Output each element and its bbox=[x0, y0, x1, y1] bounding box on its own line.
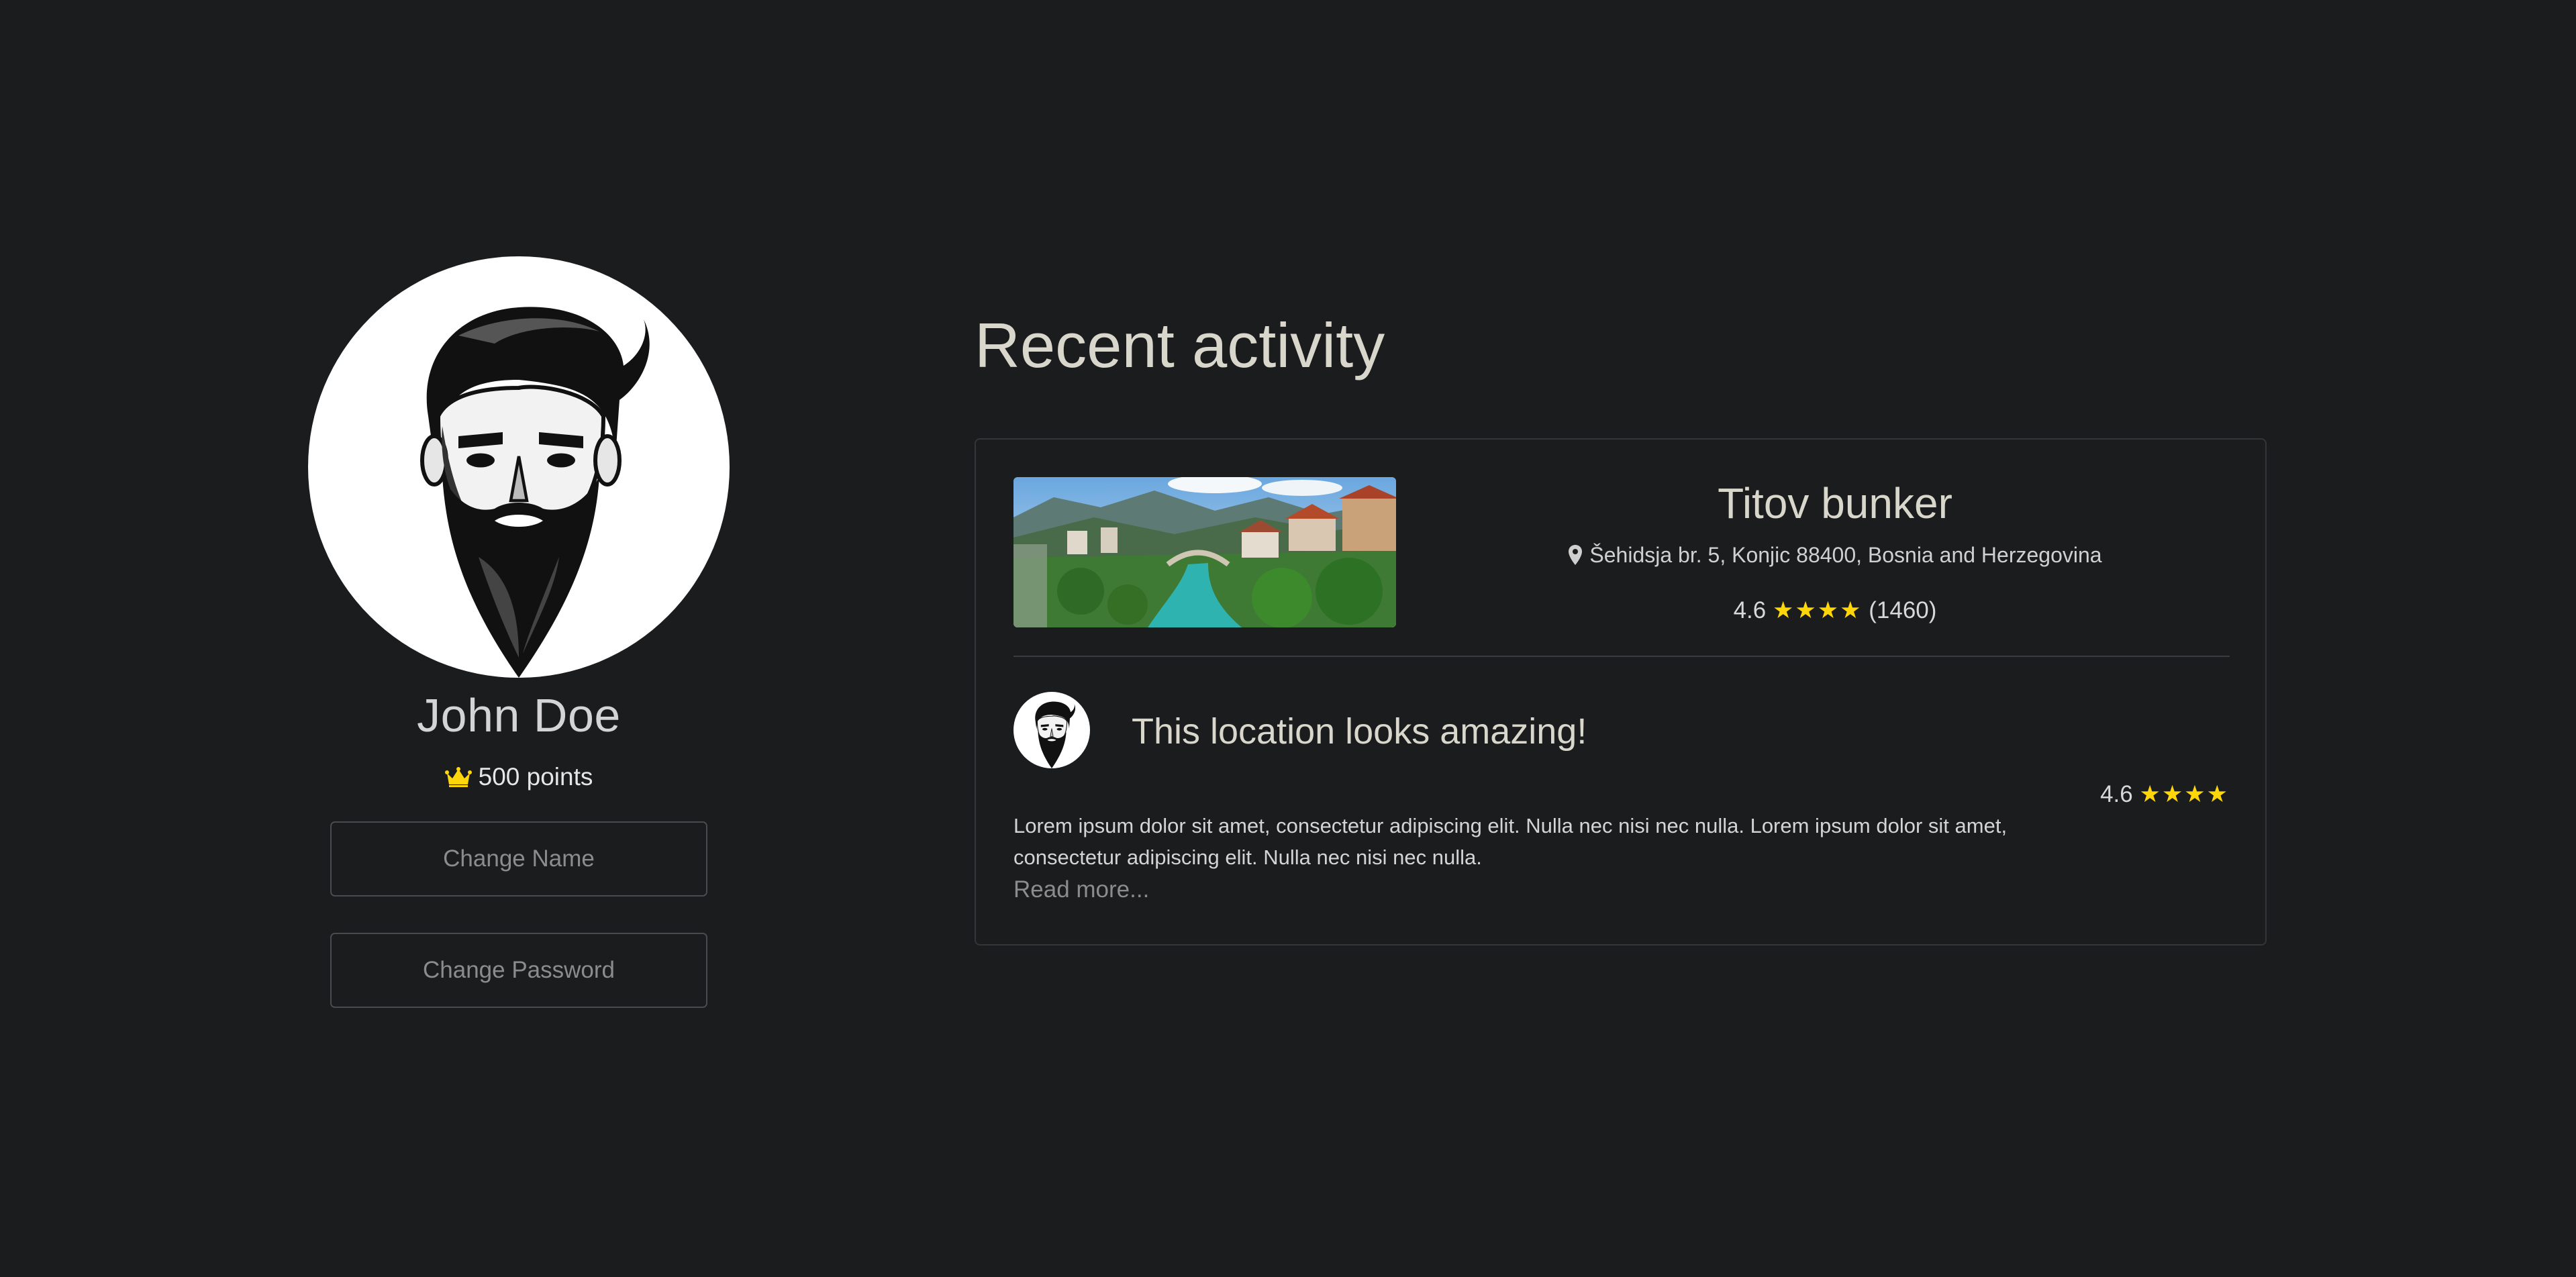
place-rating-stars: ★★★★ bbox=[1772, 597, 1863, 623]
card-divider bbox=[1013, 656, 2230, 657]
review-title: This location looks amazing! bbox=[1132, 711, 1587, 752]
review-body: Lorem ipsum dolor sit amet, consectetur … bbox=[1013, 814, 2008, 869]
change-name-button[interactable]: Change Name bbox=[330, 821, 707, 897]
recent-activity-heading: Recent activity bbox=[975, 310, 1385, 380]
bearded-man-avatar-small-icon bbox=[1035, 701, 1076, 768]
review-avatar bbox=[1013, 692, 1090, 768]
read-more-link[interactable]: Read more... bbox=[1013, 874, 1149, 905]
place-photo[interactable] bbox=[1013, 477, 1396, 627]
place-title[interactable]: Titov bunker bbox=[1439, 473, 2231, 533]
river-town-photo-image bbox=[1013, 477, 1396, 627]
place-rating-count: (1460) bbox=[1869, 597, 1937, 623]
place-rating: 4.6 ★★★★ (1460) bbox=[1439, 595, 2231, 626]
place-address: Šehidsja br. 5, Konjic 88400, Bosnia and… bbox=[1439, 540, 2231, 570]
profile-avatar bbox=[308, 256, 730, 678]
profile-page: John Doe 500 points Change Name Change P… bbox=[0, 0, 2576, 1277]
crown-icon bbox=[444, 766, 472, 788]
change-password-button[interactable]: Change Password bbox=[330, 933, 707, 1008]
review-rating-stars: ★★★★ bbox=[2139, 781, 2229, 807]
user-name: John Doe bbox=[417, 689, 621, 742]
points-display: 500 points bbox=[444, 761, 593, 793]
address-text: Šehidsja br. 5, Konjic 88400, Bosnia and… bbox=[1589, 543, 2102, 567]
review-rating: 4.6 ★★★★ bbox=[2100, 779, 2229, 810]
points-label: 500 points bbox=[478, 763, 593, 790]
location-pin-icon bbox=[1568, 544, 1583, 566]
place-rating-value: 4.6 bbox=[1733, 597, 1767, 623]
profile-panel: John Doe 500 points Change Name Change P… bbox=[307, 256, 730, 1008]
bearded-man-avatar-icon bbox=[420, 307, 650, 678]
place-info: Titov bunker Šehidsja br. 5, Konjic 8840… bbox=[1439, 473, 2231, 626]
review-rating-value: 4.6 bbox=[2100, 781, 2133, 807]
activity-card: Titov bunker Šehidsja br. 5, Konjic 8840… bbox=[975, 438, 2267, 946]
